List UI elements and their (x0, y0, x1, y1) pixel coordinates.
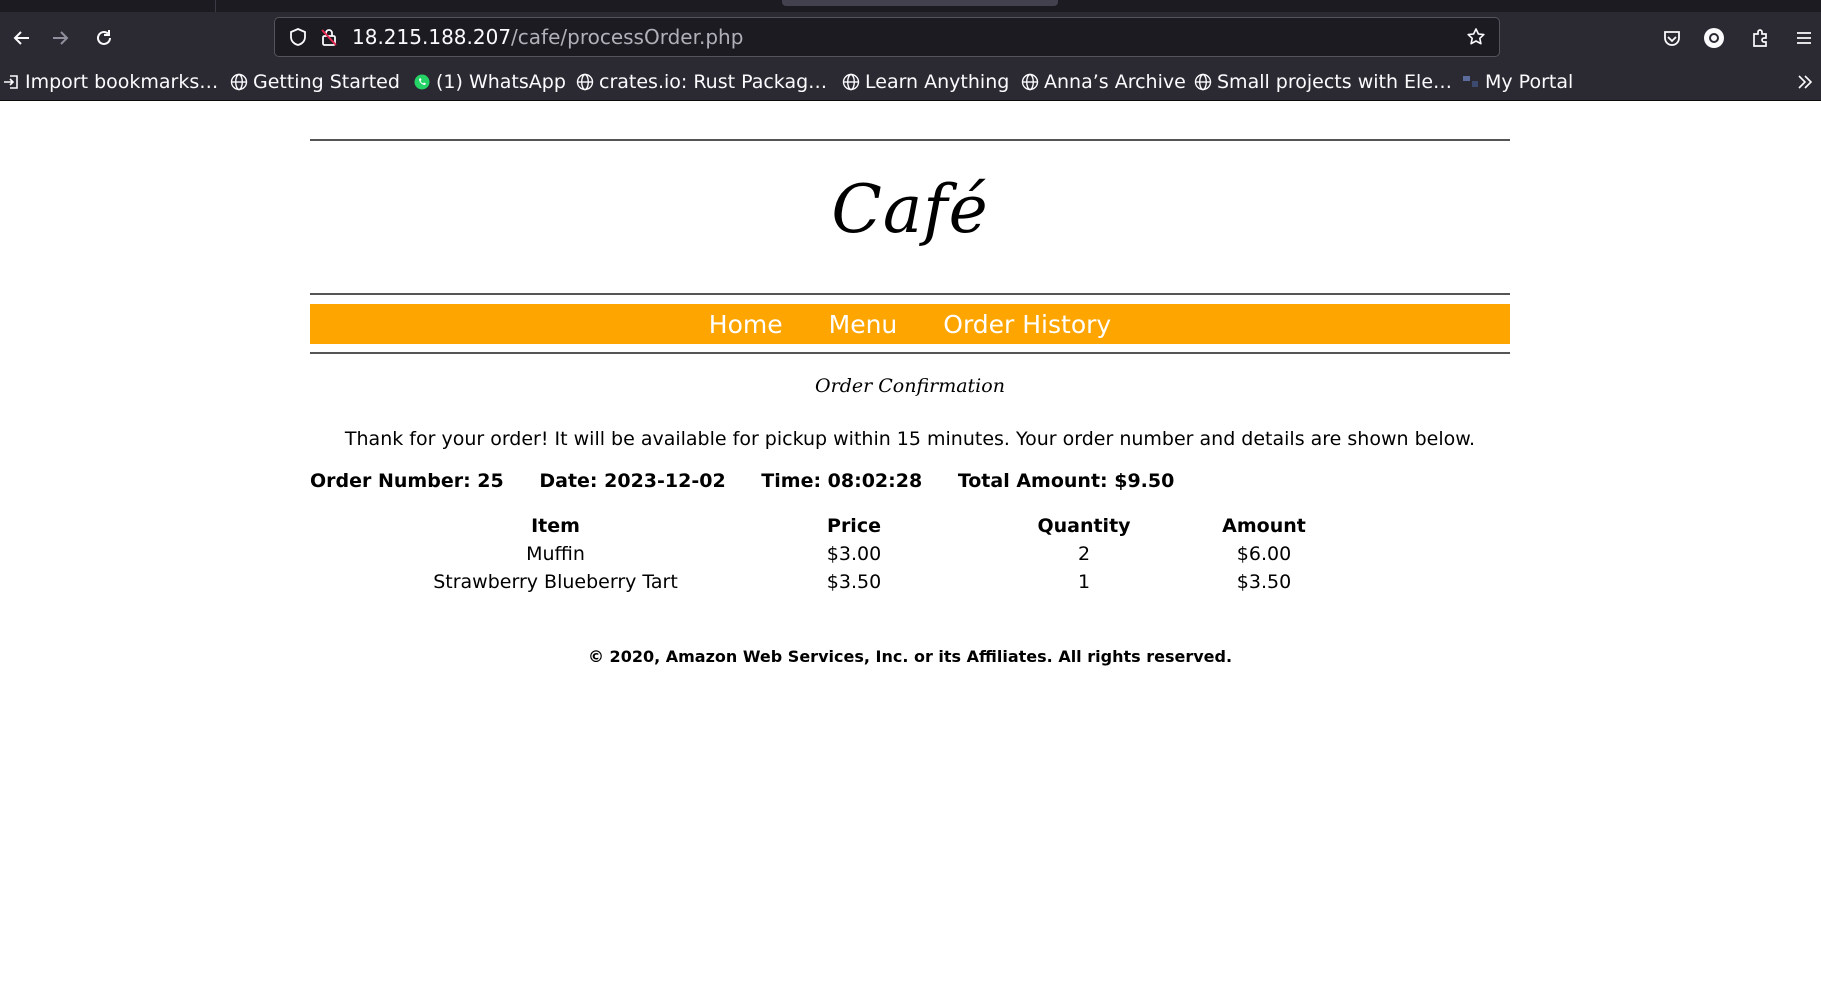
account-icon (1704, 28, 1724, 48)
main-nav: Home Menu Order History (310, 304, 1510, 344)
globe-icon (1021, 73, 1039, 91)
portal-icon (1462, 73, 1480, 91)
nav-menu[interactable]: Menu (829, 310, 898, 339)
bookmark-my-portal[interactable]: My Portal (1462, 64, 1573, 100)
tab-strip (0, 0, 1821, 12)
column-header-price: Price (827, 515, 881, 537)
puzzle-icon (1753, 29, 1767, 47)
table-row: Strawberry Blueberry Tart $3.50 1 $3.50 (410, 568, 1369, 596)
pocket-button[interactable] (1652, 12, 1692, 64)
cell-item: Strawberry Blueberry Tart (433, 571, 678, 593)
order-total: Total Amount: $9.50 (957, 470, 1175, 492)
shield-icon[interactable] (283, 18, 313, 56)
bookmark-crates[interactable]: crates.io: Rust Packag… (576, 64, 827, 100)
top-divider (310, 139, 1510, 141)
column-header-quantity: Quantity (1037, 515, 1131, 537)
url-host: 18.215.188.207 (352, 25, 512, 49)
bookmark-label: crates.io: Rust Packag… (599, 71, 828, 93)
bookmark-label: Learn Anything (865, 71, 1010, 93)
app-menu-button[interactable] (1784, 12, 1821, 64)
globe-icon (1194, 73, 1212, 91)
bookmarks-overflow-button[interactable] (1793, 64, 1817, 100)
bookmark-learn-anything[interactable]: Learn Anything (842, 64, 1009, 100)
cell-amount: $6.00 (1236, 543, 1292, 565)
order-summary: Order Number: 25 Date: 2023-12-02 Time: … (310, 470, 1203, 492)
url-bar[interactable]: 18.215.188.207/cafe/processOrder.php (274, 17, 1500, 57)
reload-button[interactable] (82, 12, 126, 64)
order-items-table: Item Price Quantity Amount Muffin $3.00 … (410, 512, 1369, 596)
nav-divider (310, 352, 1510, 354)
cell-price: $3.50 (826, 571, 882, 593)
cell-price: $3.00 (826, 543, 882, 565)
globe-icon (230, 73, 248, 91)
bookmark-annas-archive[interactable]: Anna’s Archive (1021, 64, 1186, 100)
bookmarks-toolbar: Import bookmarks… Getting Started (1) Wh… (0, 64, 1821, 101)
confirmation-message: Thank for your order! It will be availab… (344, 428, 1476, 450)
header-divider (310, 293, 1510, 295)
tab-separator (215, 0, 216, 12)
pocket-icon (1664, 31, 1680, 46)
bookmark-label: My Portal (1485, 71, 1574, 93)
order-time: Time: 08:02:28 (761, 470, 923, 492)
nav-home[interactable]: Home (709, 310, 783, 339)
bookmark-label: Getting Started (253, 71, 400, 93)
cell-quantity: 2 (1077, 543, 1091, 565)
table-header-row: Item Price Quantity Amount (410, 512, 1369, 540)
active-tab[interactable] (782, 0, 1058, 6)
column-header-item: Item (531, 515, 580, 537)
globe-icon (576, 73, 594, 91)
forward-button[interactable] (38, 12, 82, 64)
back-arrow-icon (13, 31, 29, 45)
url-path: /cafe/processOrder.php (511, 25, 744, 49)
reload-icon (97, 30, 111, 45)
insecure-lock-icon[interactable] (315, 18, 343, 56)
whatsapp-icon (413, 73, 431, 91)
order-date: Date: 2023-12-02 (539, 470, 726, 492)
bookmark-label: Import bookmarks… (25, 71, 219, 93)
hamburger-icon (1797, 32, 1811, 44)
forward-arrow-icon (53, 31, 69, 45)
cell-quantity: 1 (1077, 571, 1091, 593)
bookmark-label: Anna’s Archive (1044, 71, 1186, 93)
globe-icon (842, 73, 860, 91)
column-header-amount: Amount (1222, 515, 1306, 537)
page-title: Order Confirmation (815, 375, 1005, 397)
cell-amount: $3.50 (1236, 571, 1292, 593)
bookmark-star-icon[interactable] (1461, 18, 1491, 56)
site-logo: Café (831, 171, 989, 248)
url-text[interactable]: 18.215.188.207/cafe/processOrder.php (352, 18, 743, 56)
double-chevron-right-icon (1798, 75, 1813, 89)
account-button[interactable] (1694, 12, 1734, 64)
bookmark-label: (1) WhatsApp (436, 71, 566, 93)
bookmark-label: Small projects with Ele… (1217, 71, 1453, 93)
cell-item: Muffin (526, 543, 585, 565)
bookmark-whatsapp[interactable]: (1) WhatsApp (413, 64, 566, 100)
table-row: Muffin $3.00 2 $6.00 (410, 540, 1369, 568)
order-number: Order Number: 25 (310, 470, 504, 492)
browser-toolbar: 18.215.188.207/cafe/processOrder.php (0, 12, 1821, 64)
import-icon (2, 73, 20, 91)
extensions-button[interactable] (1740, 12, 1780, 64)
page-content: Café Home Menu Order History Order Confi… (0, 101, 1821, 999)
bookmark-getting-started[interactable]: Getting Started (230, 64, 400, 100)
nav-order-history[interactable]: Order History (943, 310, 1111, 339)
bookmark-small-projects[interactable]: Small projects with Ele… (1194, 64, 1452, 100)
bookmark-import[interactable]: Import bookmarks… (2, 64, 218, 100)
copyright-footer: © 2020, Amazon Web Services, Inc. or its… (587, 647, 1233, 666)
